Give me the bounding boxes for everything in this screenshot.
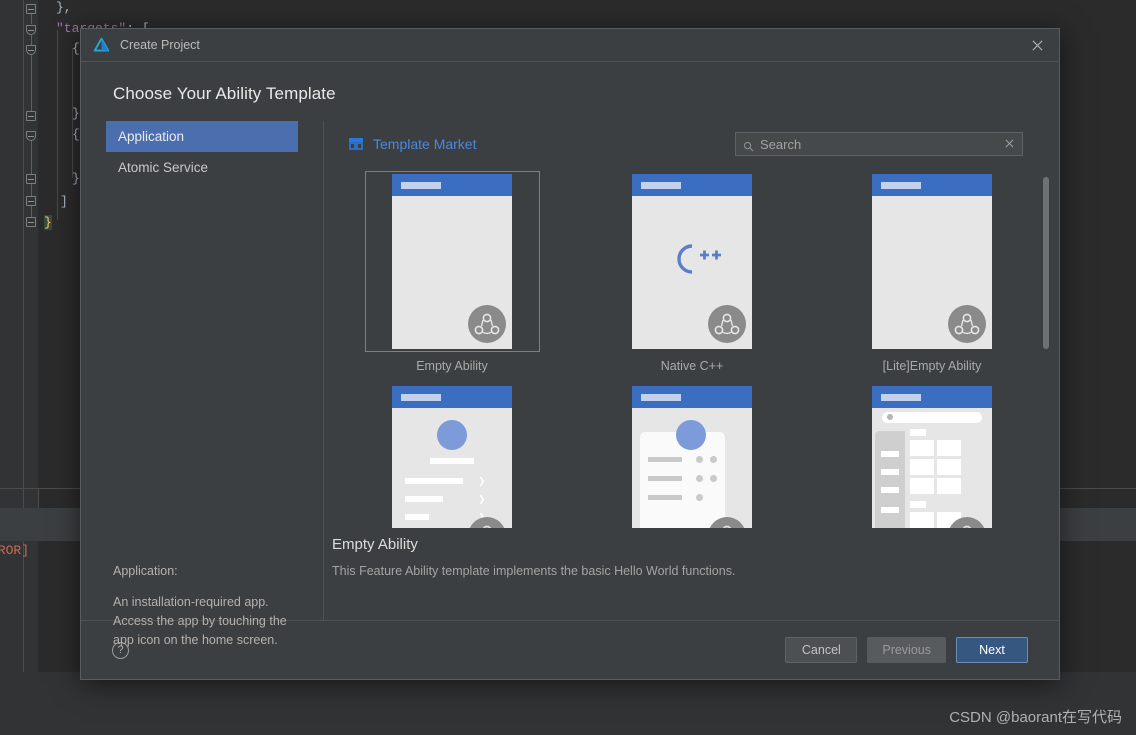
template-card-grid-layout[interactable]: [812, 383, 1052, 528]
harmony-badge-icon: [948, 517, 986, 528]
fold-marker[interactable]: [26, 196, 36, 206]
template-card-frame: [364, 171, 540, 352]
template-preview: [392, 174, 512, 349]
selected-template-title: Empty Ability: [332, 536, 418, 553]
search-input[interactable]: Search: [735, 132, 1023, 156]
template-grid-scroll-area: Empty Ability Native C++ [Lite]Empty Abi…: [324, 167, 1059, 528]
sidebar-item-label: Application: [118, 129, 185, 144]
fold-marker[interactable]: [26, 25, 36, 35]
preview-appbar: [872, 386, 992, 408]
project-type-description: Application: An installation-required ap…: [113, 562, 307, 650]
template-toolbar: Template Market Search: [324, 121, 1059, 167]
cancel-button[interactable]: Cancel: [785, 637, 858, 663]
watermark: CSDN @baorant在写代码: [949, 709, 1122, 726]
sidebar-item-label: Atomic Service: [118, 160, 209, 175]
editor-fold-gutter: [24, 0, 38, 735]
template-card-empty-ability[interactable]: Empty Ability: [332, 171, 572, 373]
preview-appbar: [632, 386, 752, 408]
preview-avatar: [676, 420, 706, 450]
fold-marker[interactable]: [26, 111, 36, 121]
scrollbar-thumb[interactable]: [1043, 177, 1049, 349]
template-card-frame: [605, 171, 780, 352]
preview-appbar: [392, 386, 512, 408]
template-card-native-cpp[interactable]: Native C++: [572, 171, 812, 373]
template-card-label: [Lite]Empty Ability: [882, 359, 982, 373]
search-icon: [743, 139, 754, 151]
harmony-badge-icon: [468, 517, 506, 528]
template-market-label: Template Market: [373, 136, 477, 152]
code-line: }: [72, 171, 80, 186]
preview-appbar: [872, 174, 992, 196]
description-heading: Application:: [113, 564, 178, 578]
panel-divider: [38, 488, 39, 508]
code-line: },: [56, 0, 72, 15]
code-line: {: [72, 127, 80, 142]
code-line: }: [44, 215, 52, 230]
code-line: {: [72, 41, 80, 56]
template-preview: [632, 174, 752, 349]
template-card-frame: [845, 171, 1020, 352]
sidebar-item-application[interactable]: Application: [106, 121, 298, 152]
editor-line-number-gutter: [0, 0, 24, 735]
code-line: ]: [60, 194, 68, 209]
close-icon[interactable]: [1004, 137, 1015, 151]
preview-search-bar: [882, 412, 982, 423]
preview-avatar: [437, 420, 467, 450]
template-card-lite-empty-ability[interactable]: [Lite]Empty Ability: [812, 171, 1052, 373]
harmony-badge-icon: [468, 305, 506, 343]
cpp-logo-icon: [632, 242, 752, 281]
code-line: }: [72, 106, 80, 121]
previous-button[interactable]: Previous: [867, 637, 946, 663]
template-preview: ❯ ❯ ❯ ❯: [392, 386, 512, 528]
template-scrollbar[interactable]: [1043, 173, 1049, 522]
template-preview: [872, 174, 992, 349]
template-card-card-layout[interactable]: [572, 383, 812, 528]
template-card-label: Empty Ability: [416, 359, 488, 373]
template-card-frame: [605, 383, 780, 528]
template-preview: [632, 386, 752, 528]
fold-marker[interactable]: [26, 4, 36, 14]
sidebar-item-atomic-service[interactable]: Atomic Service: [106, 152, 298, 183]
harmony-badge-icon: [708, 305, 746, 343]
dialog-body: Application Atomic Service Application: …: [81, 121, 1059, 647]
next-button[interactable]: Next: [956, 637, 1028, 663]
template-preview: [872, 386, 992, 528]
deveco-logo-icon: [93, 37, 110, 54]
selected-template-description: This Feature Ability template implements…: [332, 564, 736, 578]
harmony-badge-icon: [948, 305, 986, 343]
fold-marker[interactable]: [26, 217, 36, 227]
preview-appbar: [392, 174, 512, 196]
template-card-label: Native C++: [660, 359, 724, 373]
close-icon[interactable]: [1015, 29, 1059, 61]
fold-marker[interactable]: [26, 45, 36, 55]
template-market-link[interactable]: Template Market: [348, 136, 476, 152]
template-card-frame: ❯ ❯ ❯ ❯: [365, 383, 540, 528]
fold-marker[interactable]: [26, 174, 36, 184]
harmony-badge-icon: [708, 517, 746, 528]
left-pane: Application Atomic Service Application: …: [81, 121, 324, 647]
right-pane: Template Market Search Empty Ability Nat…: [324, 121, 1059, 620]
console-error-line: RROR]: [0, 543, 30, 558]
create-project-dialog: Create Project Choose Your Ability Templ…: [80, 28, 1060, 680]
selected-template-detail: Empty Ability This Feature Ability templ…: [324, 528, 1059, 620]
store-icon: [348, 136, 364, 152]
description-body: An installation-required app. Access the…: [113, 595, 287, 647]
project-type-nav: Application Atomic Service: [81, 121, 323, 183]
dialog-title: Create Project: [120, 38, 200, 52]
template-card-list-layout[interactable]: ❯ ❯ ❯ ❯: [332, 383, 572, 528]
template-grid: Empty Ability Native C++ [Lite]Empty Abi…: [324, 171, 1059, 528]
dialog-titlebar: Create Project: [81, 29, 1059, 62]
preview-appbar: [632, 174, 752, 196]
search-placeholder: Search: [760, 136, 802, 152]
template-card-frame: [845, 383, 1020, 528]
fold-marker[interactable]: [26, 131, 36, 141]
page-title: Choose Your Ability Template: [113, 84, 336, 103]
